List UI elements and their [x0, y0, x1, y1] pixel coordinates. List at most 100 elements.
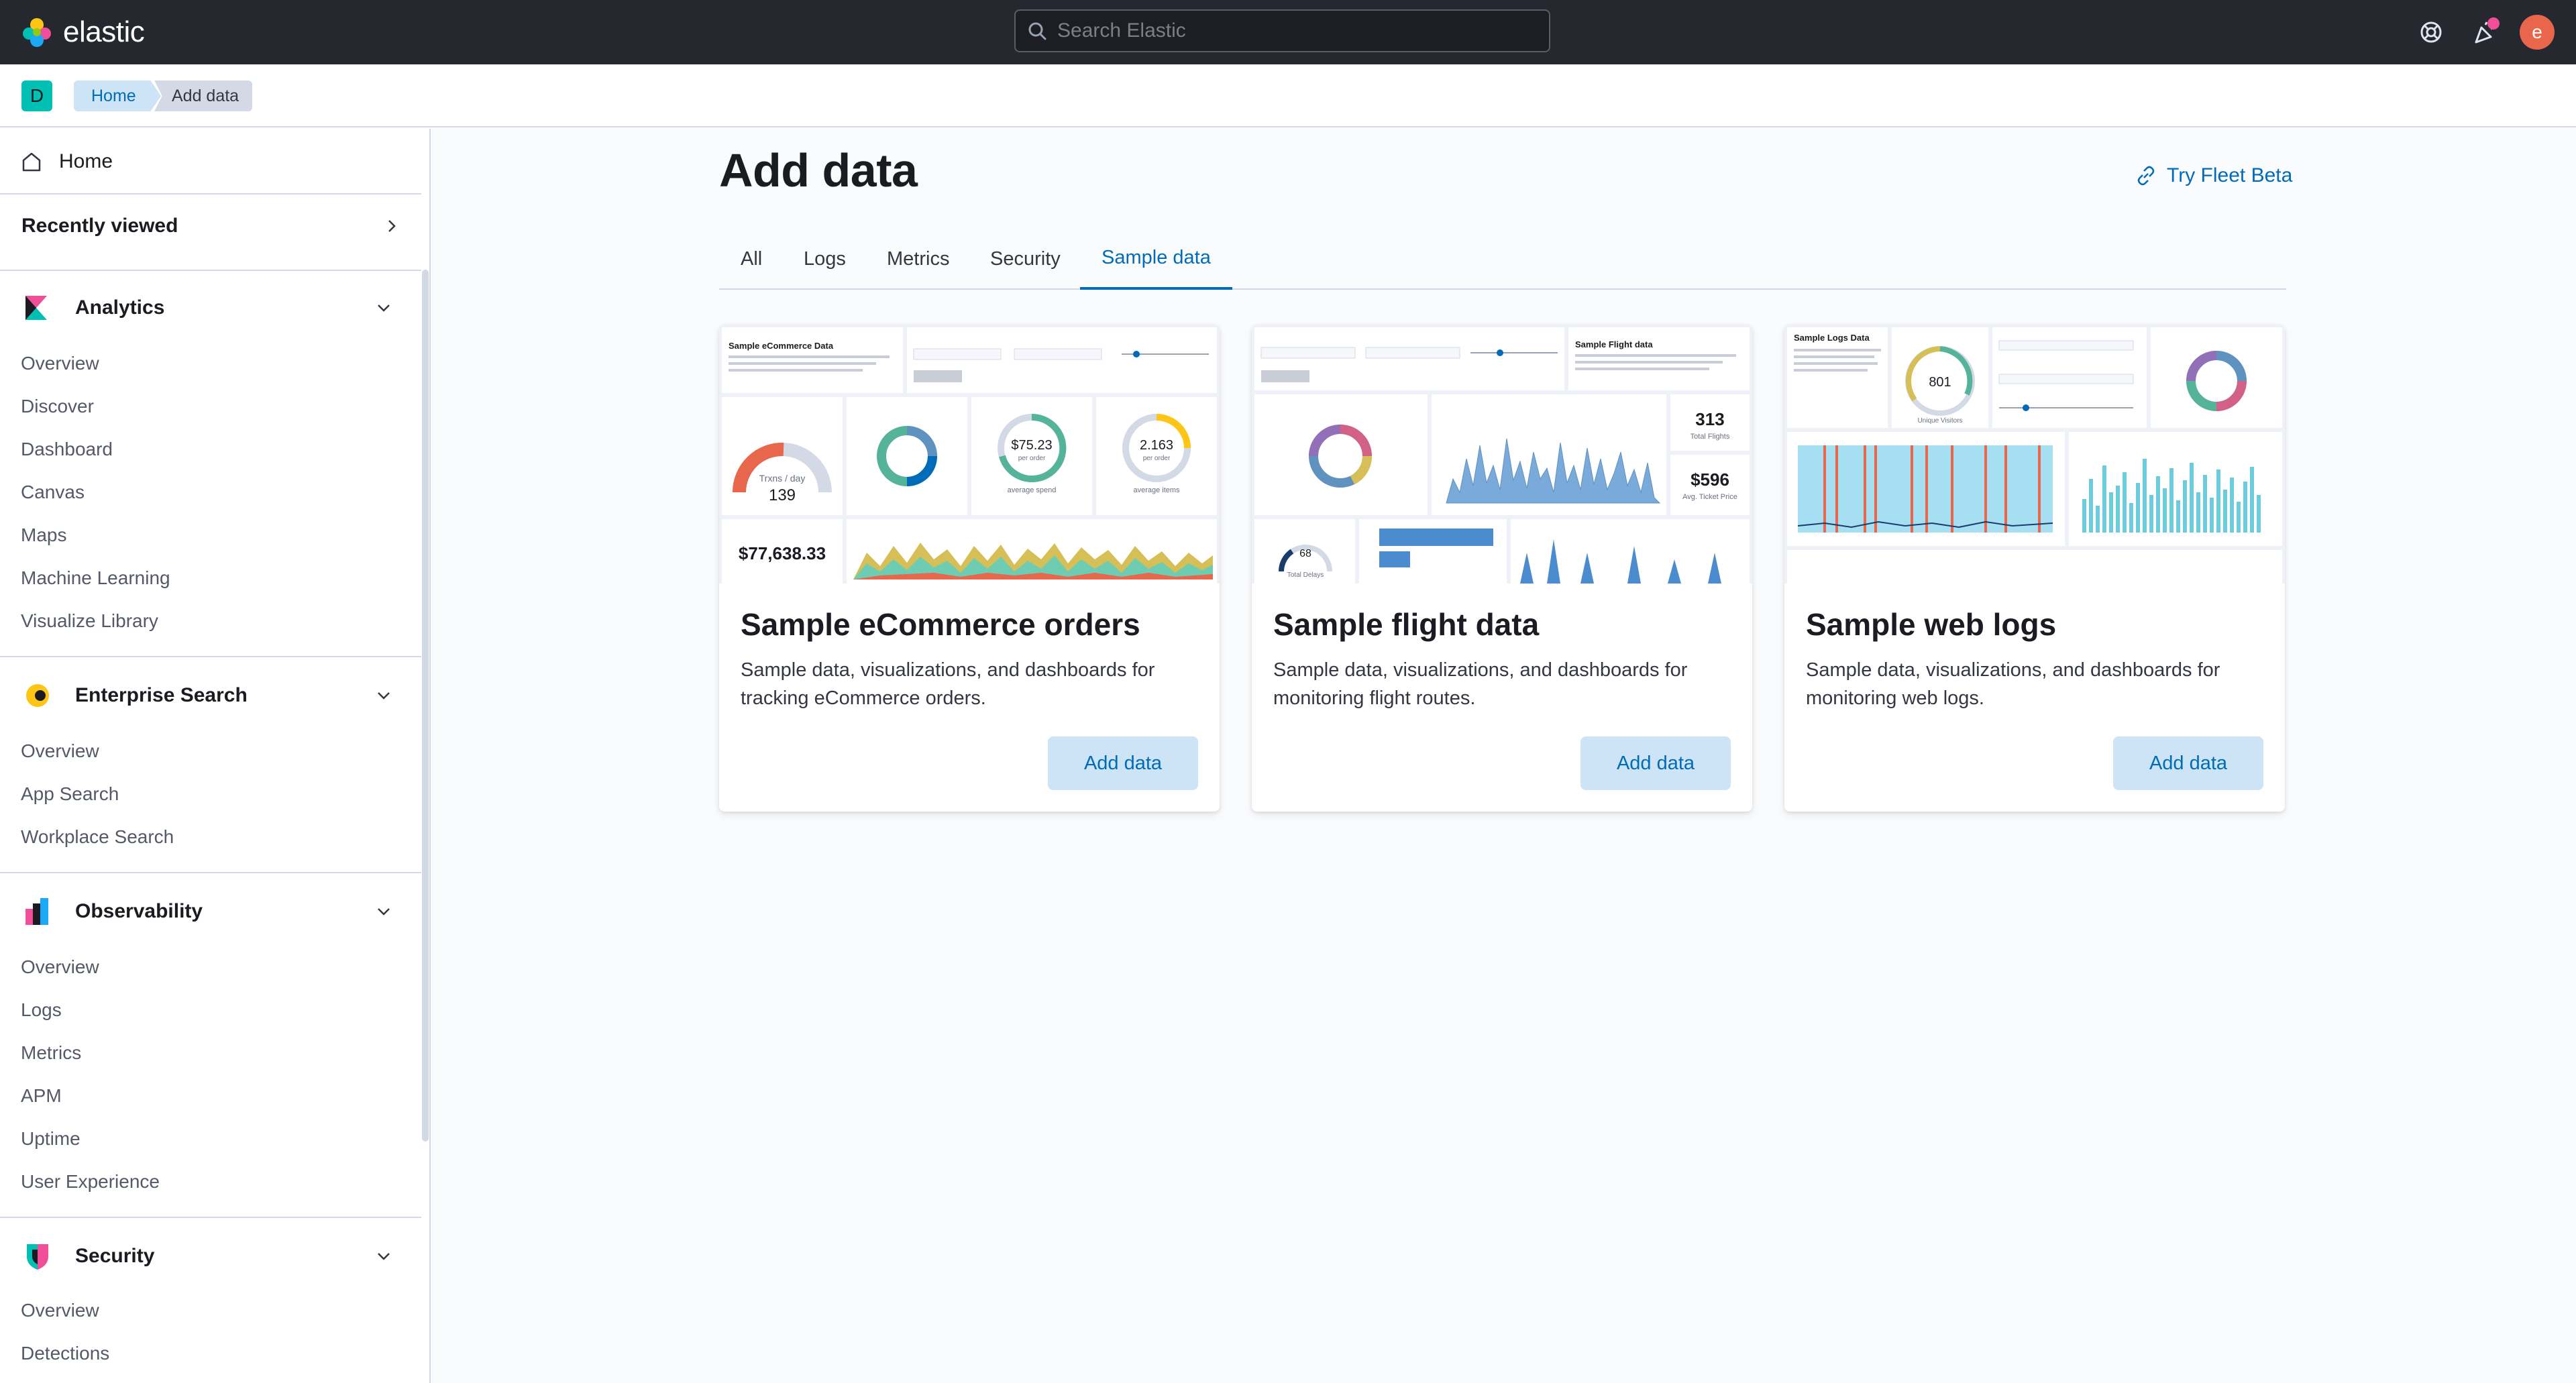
preview-avg-spend: $75.23: [1011, 438, 1052, 453]
elastic-logo-icon: [23, 18, 51, 47]
preview-avg-ticket-price-label: Avg. Ticket Price: [1682, 493, 1737, 501]
sidebar-item-discover[interactable]: Discover: [21, 396, 94, 417]
divider: [0, 193, 421, 195]
sidebar-item-workplace-search[interactable]: Workplace Search: [21, 826, 174, 848]
sidebar-item-uptime[interactable]: Uptime: [21, 1128, 80, 1150]
preview-avg-spend-label: average spend: [1008, 486, 1057, 494]
elastic-logo[interactable]: elastic: [20, 15, 145, 50]
nav-group-observability[interactable]: Observability: [0, 895, 421, 928]
ecommerce-dashboard-preview: Sample eCommerce Data Trxns / day 139 $7…: [719, 325, 1220, 584]
preview-total-revenue: $77,638.33: [739, 543, 826, 563]
sidebar-item-visualize-library[interactable]: Visualize Library: [21, 610, 158, 632]
top-header: elastic e: [0, 0, 2576, 64]
divider: [0, 270, 421, 271]
sidebar-item-user-experience[interactable]: User Experience: [21, 1171, 160, 1193]
sidebar-item-metrics[interactable]: Metrics: [21, 1042, 81, 1064]
space-selector[interactable]: D: [21, 80, 52, 111]
chevron-right-icon: [388, 220, 396, 232]
add-ecommerce-data-button[interactable]: Add data: [1048, 736, 1198, 790]
try-fleet-link[interactable]: Try Fleet Beta: [2135, 161, 2292, 190]
sample-card-flights: Sample Flight data 313 Total Flights $59…: [1252, 325, 1752, 812]
card-description: Sample data, visualizations, and dashboa…: [1273, 659, 1688, 709]
preview-unique-visitors-label: Unique Visitors: [1917, 417, 1962, 425]
preview-gauge-value: 139: [769, 486, 796, 504]
tab-metrics[interactable]: Metrics: [887, 228, 949, 290]
help-button[interactable]: [2415, 16, 2447, 48]
breadcrumb-bar: D Home Add data: [0, 64, 2576, 127]
breadcrumb-add-data: Add data: [154, 80, 252, 111]
nav-group-label: Enterprise Search: [75, 684, 248, 706]
observability-icon: [25, 898, 48, 925]
sidebar-item-security-overview[interactable]: Overview: [21, 1300, 99, 1321]
newsfeed-button[interactable]: [2469, 16, 2501, 48]
preview-unique-visitors: 801: [1929, 375, 1951, 390]
tab-security[interactable]: Security: [990, 228, 1061, 290]
nav-group-label: Analytics: [75, 296, 165, 319]
preview-total-flights: 313: [1695, 409, 1724, 429]
sidebar-item-enterprise-overview[interactable]: Overview: [21, 740, 99, 762]
sidebar-item-detections[interactable]: Detections: [21, 1343, 109, 1364]
sidebar-item-logs[interactable]: Logs: [21, 999, 62, 1021]
sample-card-weblogs: Sample Logs Data 801 Unique Visitors Sam…: [1784, 325, 2285, 812]
preview-gauge-label: Trxns / day: [759, 473, 806, 484]
sidebar-item-analytics-overview[interactable]: Overview: [21, 353, 99, 374]
enterprise-search-icon: [26, 684, 49, 707]
nav-home[interactable]: Home: [0, 145, 421, 178]
sidebar-item-observability-overview[interactable]: Overview: [21, 956, 99, 978]
card-description: Sample data, visualizations, and dashboa…: [1806, 659, 2220, 709]
help-icon: [2420, 21, 2442, 43]
preview-avg-items-label: average items: [1133, 486, 1180, 494]
recently-viewed-label: Recently viewed: [21, 215, 178, 237]
add-flight-data-button[interactable]: Add data: [1580, 736, 1731, 790]
preview-header: Sample eCommerce Data: [729, 341, 834, 351]
sidebar-item-machine-learning[interactable]: Machine Learning: [21, 567, 170, 589]
chevron-down-icon: [378, 1253, 390, 1260]
nav-home-label: Home: [59, 150, 113, 172]
sidebar-item-maps[interactable]: Maps: [21, 524, 66, 546]
home-icon: [22, 152, 41, 172]
page-title: Add data: [719, 144, 918, 197]
breadcrumb-home[interactable]: Home: [74, 80, 161, 111]
sidebar-scrollbar[interactable]: [422, 270, 429, 1142]
sidebar-item-apm[interactable]: APM: [21, 1085, 62, 1107]
nav-group-security[interactable]: Security: [0, 1239, 421, 1273]
flights-dashboard-preview: Sample Flight data 313 Total Flights $59…: [1252, 325, 1752, 584]
preview-avg-ticket-price: $596: [1690, 469, 1729, 490]
add-web-logs-data-button[interactable]: Add data: [2113, 736, 2263, 790]
preview-header: Sample Flight data: [1575, 339, 1653, 349]
nav-group-analytics[interactable]: Analytics: [0, 291, 421, 325]
card-title[interactable]: Sample eCommerce orders: [741, 606, 1140, 643]
notification-dot: [2487, 17, 2500, 30]
user-avatar[interactable]: e: [2520, 15, 2555, 50]
divider: [0, 872, 421, 873]
tab-sample-data[interactable]: Sample data: [1080, 228, 1232, 290]
chevron-down-icon: [378, 692, 390, 700]
card-title[interactable]: Sample flight data: [1273, 606, 1539, 643]
tab-all[interactable]: All: [741, 228, 762, 290]
side-nav: Home Recently viewed Analytics Overview …: [0, 129, 431, 1383]
global-search[interactable]: [1014, 9, 1550, 52]
nav-group-enterprise-search[interactable]: Enterprise Search: [0, 679, 421, 712]
nav-group-label: Security: [75, 1245, 155, 1267]
search-icon: [1028, 22, 1046, 40]
tab-logs[interactable]: Logs: [804, 228, 846, 290]
sample-card-ecommerce: Sample eCommerce Data Trxns / day 139 $7…: [719, 325, 1220, 812]
card-title[interactable]: Sample web logs: [1806, 606, 2056, 643]
weblogs-dashboard-preview: Sample Logs Data 801 Unique Visitors: [1784, 325, 2285, 584]
preview-total-delays-label: Total Delays: [1287, 571, 1324, 579]
card-description: Sample data, visualizations, and dashboa…: [741, 659, 1155, 709]
preview-avg-items: 2.163: [1140, 438, 1173, 453]
sidebar-item-dashboard[interactable]: Dashboard: [21, 439, 113, 460]
link-icon: [2137, 166, 2155, 186]
recently-viewed[interactable]: Recently viewed: [0, 209, 421, 243]
sidebar-item-canvas[interactable]: Canvas: [21, 482, 85, 503]
search-input[interactable]: [1057, 19, 1549, 42]
preview-avg-spend-sub: per order: [1018, 455, 1046, 462]
tab-bar: All Logs Metrics Security Sample data: [719, 228, 2286, 290]
sidebar-item-app-search[interactable]: App Search: [21, 783, 119, 805]
try-fleet-label: Try Fleet Beta: [2167, 164, 2293, 186]
preview-header: Sample Logs Data: [1794, 333, 1870, 343]
preview-avg-items-sub: per order: [1143, 455, 1171, 462]
nav-group-label: Observability: [75, 900, 203, 922]
kibana-icon: [25, 296, 47, 320]
